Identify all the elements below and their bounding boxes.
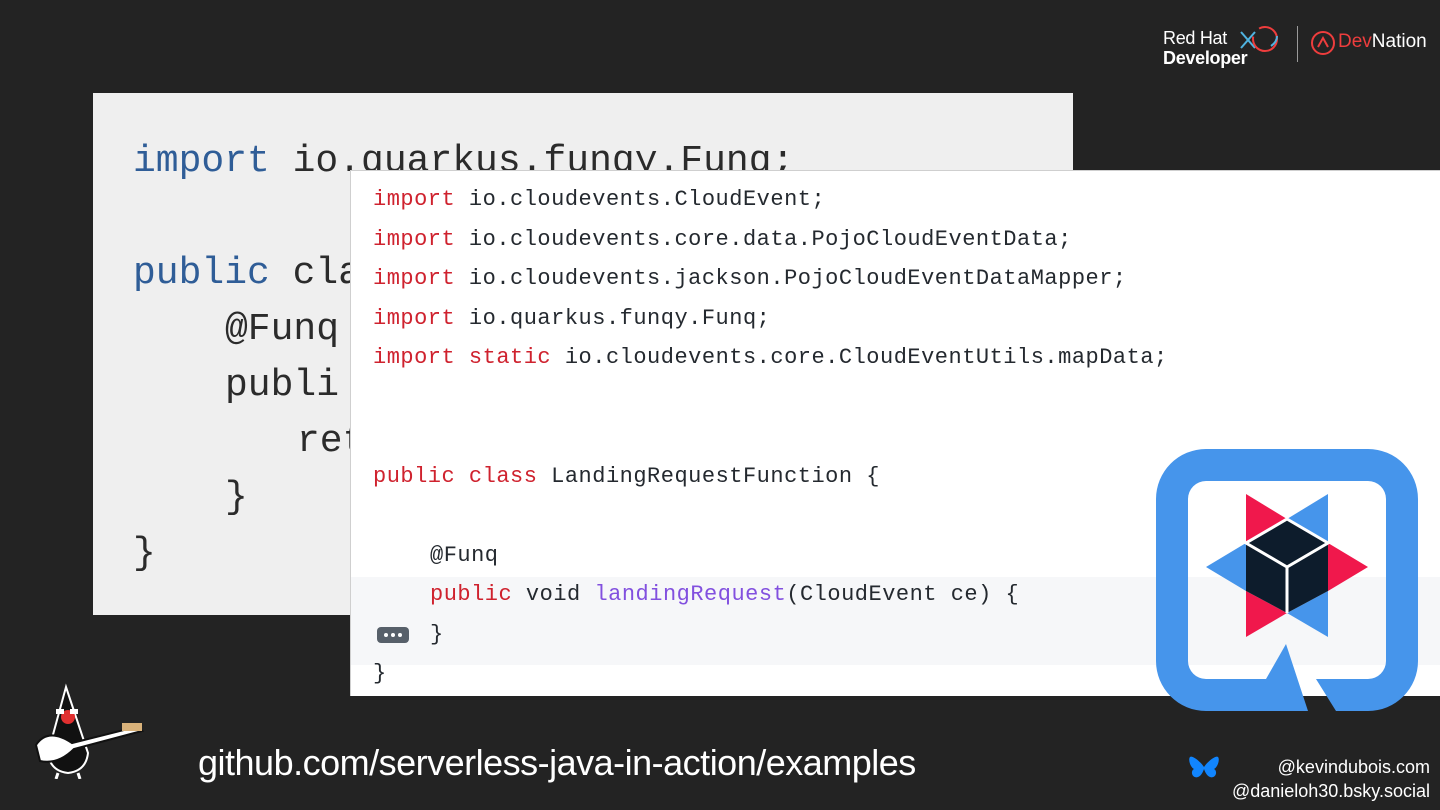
back-code-line: public cla: [133, 252, 362, 295]
duke-mascot-guitar-icon: [34, 683, 145, 779]
handle-kevindubois: @kevindubois.com: [1277, 757, 1430, 777]
infinity-icon: [1240, 26, 1278, 52]
code-line-import-3: import io.cloudevents.jackson.PojoCloudE…: [373, 266, 1127, 291]
back-code-line: publi: [225, 364, 340, 407]
quarkus-logo: [1156, 449, 1418, 711]
back-code-line: }: [225, 476, 248, 519]
repository-url: github.com/serverless-java-in-action/exa…: [198, 742, 916, 783]
code-line-import-1: import io.cloudevents.CloudEvent;: [373, 187, 826, 212]
devnation-icon: [1311, 31, 1335, 55]
back-code-line: @Funq: [225, 308, 340, 351]
logo-divider: [1297, 26, 1298, 62]
code-line-annotation: @Funq: [430, 543, 499, 568]
handle-danieloh30: @danieloh30.bsky.social: [1231, 781, 1430, 801]
code-line-method-close: }: [430, 622, 444, 647]
expand-collapsed-code-button[interactable]: [377, 627, 409, 643]
back-code-line: }: [133, 532, 156, 575]
social-handles: @kevindubois.com @danieloh30.bsky.social: [1189, 755, 1430, 803]
code-line-class: public class LandingRequestFunction {: [373, 464, 880, 489]
code-line-import-4: import io.quarkus.funqy.Funq;: [373, 306, 771, 331]
code-line-import-2: import io.cloudevents.core.data.PojoClou…: [373, 227, 1072, 252]
code-line-class-close: }: [373, 661, 387, 686]
code-line-import-5: import static io.cloudevents.core.CloudE…: [373, 345, 1168, 370]
red-hat-developer-logo: Red Hat Developer: [1163, 22, 1283, 72]
bluesky-butterfly-icon: [1189, 756, 1219, 778]
code-line-method: public void landingRequest(CloudEvent ce…: [430, 582, 1020, 607]
